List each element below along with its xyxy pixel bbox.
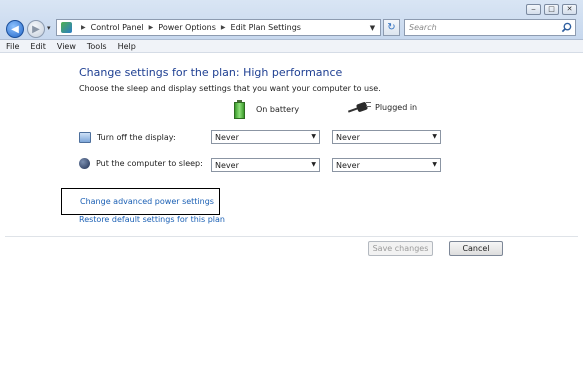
menu-bar: File Edit View Tools Help <box>0 40 583 53</box>
sleep-plugged-value: Never <box>336 160 360 170</box>
chevron-down-icon: ▼ <box>432 161 437 168</box>
advanced-settings-highlight: Change advanced power settings <box>61 188 220 215</box>
display-battery-value: Never <box>215 132 239 142</box>
menu-tools[interactable]: Tools <box>87 42 107 51</box>
address-dropdown-icon[interactable]: ▼ <box>366 21 379 34</box>
menu-edit[interactable]: Edit <box>30 42 46 51</box>
search-placeholder: Search <box>409 23 437 32</box>
chevron-right-icon[interactable]: ▶ <box>149 24 154 31</box>
advanced-settings-link[interactable]: Change advanced power settings <box>80 197 214 206</box>
cancel-button[interactable]: Cancel <box>449 241 503 256</box>
refresh-button[interactable]: ↻ <box>383 19 400 36</box>
menu-help[interactable]: Help <box>118 42 136 51</box>
chevron-right-icon[interactable]: ▶ <box>221 24 226 31</box>
battery-label: On battery <box>256 105 300 114</box>
address-bar[interactable]: ▶ Control Panel ▶ Power Options ▶ Edit P… <box>56 19 381 36</box>
plugged-label: Plugged in <box>375 102 418 112</box>
title-bar: ‒ □ ✕ ◀ ▶ ▾ ▶ Control Panel ▶ Power Opti… <box>0 0 583 40</box>
sleep-battery-value: Never <box>215 160 239 170</box>
moon-icon <box>79 158 90 169</box>
page-title: Change settings for the plan: High perfo… <box>79 66 343 79</box>
breadcrumb-edit-plan-settings[interactable]: Edit Plan Settings <box>231 23 301 32</box>
setting-row-display: Turn off the display: <box>79 132 176 143</box>
chevron-down-icon: ▼ <box>311 133 316 140</box>
save-changes-button[interactable]: Save changes <box>368 241 433 256</box>
control-panel-icon <box>61 22 72 33</box>
restore-defaults-link[interactable]: Restore default settings for this plan <box>79 215 225 224</box>
minimize-button[interactable]: ‒ <box>526 4 541 15</box>
breadcrumb-control-panel[interactable]: Control Panel <box>91 23 144 32</box>
power-plug-icon <box>347 100 372 114</box>
maximize-button[interactable]: □ <box>544 4 559 15</box>
breadcrumb: ▶ Control Panel ▶ Power Options ▶ Edit P… <box>76 23 301 32</box>
column-header-plugged: Plugged in <box>347 100 418 114</box>
monitor-icon <box>79 132 91 143</box>
sleep-plugged-select[interactable]: Never ▼ <box>332 158 441 172</box>
display-plugged-select[interactable]: Never ▼ <box>332 130 441 144</box>
setting-row-sleep: Put the computer to sleep: <box>79 158 203 169</box>
search-icon[interactable] <box>561 22 572 33</box>
battery-icon <box>234 100 245 119</box>
display-battery-select[interactable]: Never ▼ <box>211 130 320 144</box>
column-header-battery: On battery <box>234 100 299 119</box>
forward-arrow-icon: ▶ <box>32 23 40 35</box>
sleep-battery-select[interactable]: Never ▼ <box>211 158 320 172</box>
breadcrumb-power-options[interactable]: Power Options <box>158 23 216 32</box>
search-input[interactable]: Search <box>404 19 576 36</box>
back-arrow-icon: ◀ <box>11 23 19 35</box>
page-description: Choose the sleep and display settings th… <box>79 84 381 93</box>
main-content: Change settings for the plan: High perfo… <box>0 54 583 380</box>
chevron-right-icon[interactable]: ▶ <box>81 24 86 31</box>
sleep-setting-label: Put the computer to sleep: <box>96 159 203 168</box>
chevron-down-icon: ▼ <box>432 133 437 140</box>
menu-view[interactable]: View <box>57 42 76 51</box>
menu-file[interactable]: File <box>6 42 19 51</box>
divider <box>5 236 578 237</box>
forward-button[interactable]: ▶ <box>27 20 45 38</box>
window-controls: ‒ □ ✕ <box>526 4 577 15</box>
chevron-down-icon: ▼ <box>311 161 316 168</box>
recent-pages-dropdown[interactable]: ▾ <box>47 24 51 32</box>
back-button[interactable]: ◀ <box>6 20 24 38</box>
display-plugged-value: Never <box>336 132 360 142</box>
refresh-icon: ↻ <box>387 22 396 33</box>
close-button[interactable]: ✕ <box>562 4 577 15</box>
display-setting-label: Turn off the display: <box>97 133 176 142</box>
